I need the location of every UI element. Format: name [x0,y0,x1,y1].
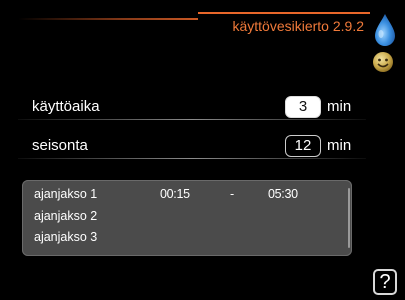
schedule-row[interactable]: ajanjakso 3 [34,227,334,247]
period-label: ajanjakso 3 [34,230,98,244]
unit-label: min [327,137,352,154]
help-button[interactable]: ? [373,269,397,295]
schedule-row[interactable]: ajanjakso 2 [34,206,334,226]
period-label: ajanjakso 1 [34,187,98,201]
row-divider [18,158,366,159]
page-title: käyttövesikierto 2.9.2 [198,12,370,36]
seisonta-value-field[interactable]: 12 [285,135,321,157]
setting-label: seisonta [32,137,88,154]
panel-edge [348,188,350,248]
water-drop-icon [375,14,395,46]
kayttoaika-value-field[interactable]: 3 [285,96,321,118]
schedule-panel[interactable]: ajanjakso 1 00:15 - 05:30 ajanjakso 2 aj… [22,180,352,256]
setting-row-kayttoaika[interactable]: käyttöaika 3 min [18,94,366,120]
period-separator: - [230,187,235,201]
schedule-row[interactable]: ajanjakso 1 00:15 - 05:30 [34,184,334,204]
setting-row-seisonta[interactable]: seisonta 12 min [18,133,366,159]
period-end-time: 05:30 [268,187,298,201]
smiley-icon [373,52,393,72]
setting-label: käyttöaika [32,98,100,115]
unit-label: min [327,98,352,115]
period-label: ajanjakso 2 [34,209,98,223]
row-divider [18,119,366,120]
period-start-time: 00:15 [160,187,190,201]
